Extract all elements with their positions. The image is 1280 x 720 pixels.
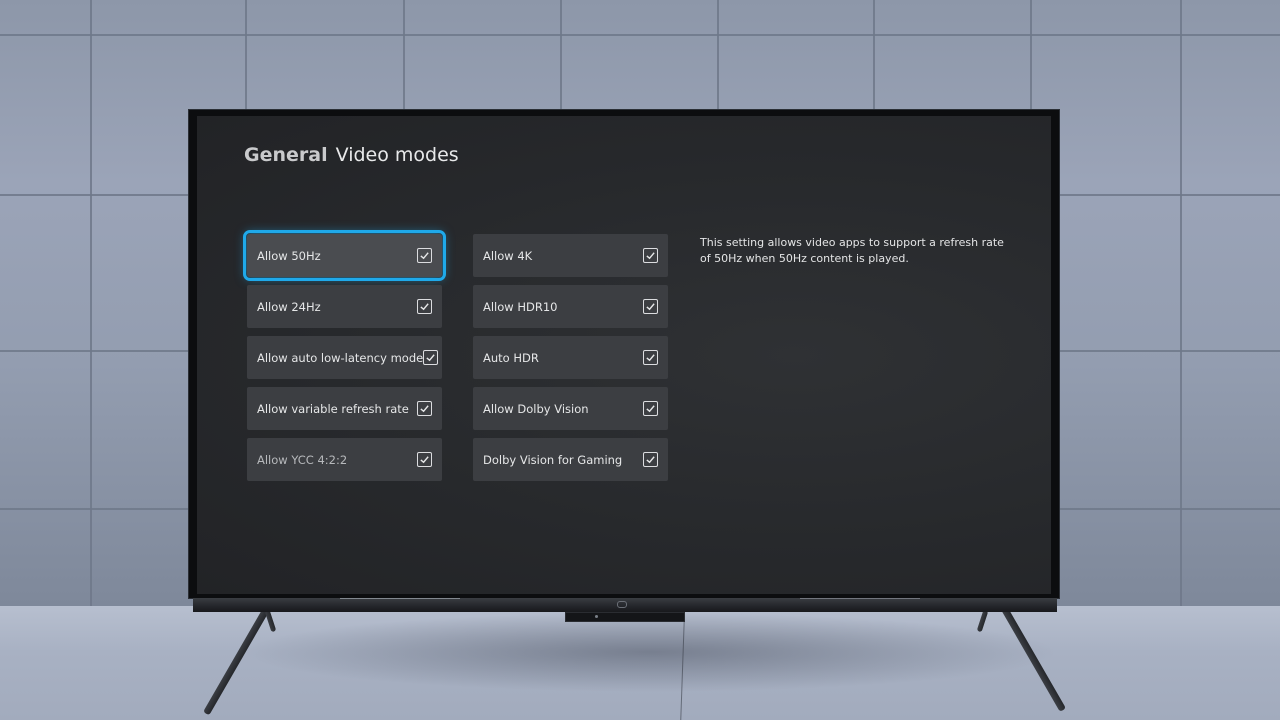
- option-label: Allow variable refresh rate: [257, 401, 409, 416]
- page-header: General Video modes: [244, 144, 459, 166]
- option-allow-variable-refresh-rate[interactable]: Allow variable refresh rate: [247, 387, 442, 430]
- tv-indicator-light: [595, 615, 598, 618]
- option-label: Allow auto low-latency mode: [257, 350, 424, 365]
- option-auto-hdr[interactable]: Auto HDR: [473, 336, 668, 379]
- option-allow-24hz[interactable]: Allow 24Hz: [247, 285, 442, 328]
- checkbox-checked-icon[interactable]: [423, 350, 439, 365]
- option-label: Allow YCC 4:2:2: [257, 452, 348, 467]
- tv-screen: General Video modes Allow 50Hz Allow 24H…: [197, 116, 1051, 594]
- setting-description: This setting allows video apps to suppor…: [700, 236, 1004, 265]
- tv-reflection: [800, 598, 920, 599]
- option-label: Allow 4K: [483, 248, 533, 263]
- checkbox-checked-icon[interactable]: [643, 401, 658, 416]
- breadcrumb-section[interactable]: General: [244, 144, 328, 166]
- checkbox-checked-icon[interactable]: [643, 248, 658, 263]
- tv-sensor-bar: [565, 612, 685, 622]
- option-allow-ycc-422[interactable]: Allow YCC 4:2:2: [247, 438, 442, 481]
- option-label: Dolby Vision for Gaming: [483, 452, 623, 467]
- option-allow-4k[interactable]: Allow 4K: [473, 234, 668, 277]
- options-column-left: Allow 50Hz Allow 24Hz Allow auto low-lat…: [243, 230, 446, 481]
- checkbox-checked-icon[interactable]: [643, 452, 658, 467]
- checkbox-checked-icon[interactable]: [417, 248, 432, 263]
- option-label: Allow 50Hz: [257, 248, 321, 263]
- option-label: Allow Dolby Vision: [483, 401, 589, 416]
- tv-logo-icon: [617, 601, 627, 608]
- option-dolby-vision-for-gaming[interactable]: Dolby Vision for Gaming: [473, 438, 668, 481]
- option-allow-auto-low-latency-mode[interactable]: Allow auto low-latency mode: [247, 336, 442, 379]
- checkbox-checked-icon[interactable]: [643, 350, 658, 365]
- tv-shadow: [240, 612, 1060, 692]
- tv-reflection: [340, 598, 460, 599]
- option-allow-50hz[interactable]: Allow 50Hz: [243, 230, 446, 281]
- option-allow-dolby-vision[interactable]: Allow Dolby Vision: [473, 387, 668, 430]
- option-label: Allow 24Hz: [257, 299, 321, 314]
- tile-grout: [0, 34, 1280, 36]
- page-title: Video modes: [335, 144, 459, 166]
- options-column-right: Allow 4K Allow HDR10 Auto HDR Allow Dolb…: [473, 234, 668, 481]
- option-label: Auto HDR: [483, 350, 539, 365]
- option-allow-hdr10[interactable]: Allow HDR10: [473, 285, 668, 328]
- tile-grout: [1180, 0, 1182, 608]
- tile-grout: [90, 0, 92, 608]
- checkbox-checked-icon[interactable]: [643, 299, 658, 314]
- option-label: Allow HDR10: [483, 299, 558, 314]
- checkbox-checked-icon[interactable]: [417, 401, 432, 416]
- checkbox-checked-icon[interactable]: [417, 299, 432, 314]
- checkbox-checked-icon[interactable]: [417, 452, 432, 467]
